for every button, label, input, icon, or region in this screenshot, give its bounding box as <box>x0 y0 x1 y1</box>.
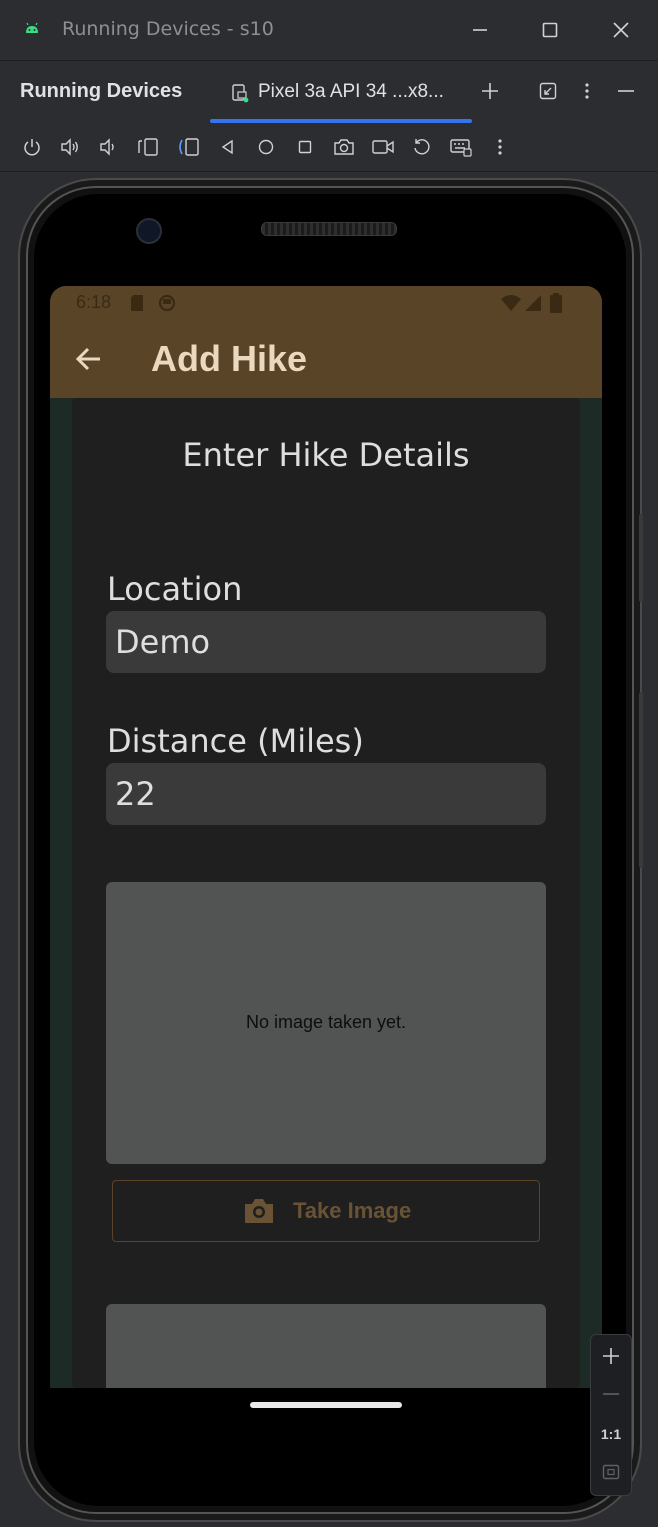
video-camera-icon <box>372 140 394 154</box>
zoom-out-button[interactable] <box>591 1375 631 1413</box>
app-bar: Add Hike <box>50 320 602 398</box>
volume-down-button[interactable] <box>94 133 122 161</box>
phone-side-button <box>639 514 643 602</box>
volume-up-button[interactable] <box>56 133 84 161</box>
close-icon <box>613 22 629 38</box>
reset-button[interactable] <box>408 133 436 161</box>
window-title-bar: Running Devices - s10 <box>0 0 658 60</box>
device-screen[interactable]: 6:18 Add Hike Enter Hike Details Locatio… <box>50 286 602 1388</box>
distance-label: Distance (Miles) <box>107 722 364 760</box>
minimize-button[interactable] <box>460 10 500 50</box>
screenshot-button[interactable] <box>330 133 358 161</box>
image-placeholder-text: No image taken yet. <box>245 1012 407 1032</box>
front-camera <box>136 218 162 244</box>
take-image-label: Take Image <box>293 1198 412 1223</box>
home-button[interactable] <box>252 133 280 161</box>
minus-icon <box>603 1393 619 1395</box>
zoom-in-button[interactable] <box>591 1337 631 1375</box>
volume-up-icon <box>61 138 78 156</box>
status-time: 6:18 <box>76 292 112 312</box>
more-actions-button[interactable] <box>486 133 514 161</box>
hike-form-card: Enter Hike Details Location Distance (Mi… <box>72 398 580 1388</box>
battery-icon <box>550 293 562 313</box>
zoom-controls: 1:1 <box>590 1334 632 1496</box>
sd-card-icon <box>131 295 143 311</box>
secondary-image-preview <box>106 1304 546 1388</box>
hide-window-button[interactable] <box>608 73 644 109</box>
location-input[interactable] <box>106 611 546 673</box>
distance-input[interactable] <box>106 763 546 825</box>
plus-icon <box>482 83 498 99</box>
back-triangle-icon <box>221 139 233 155</box>
float-window-button[interactable] <box>530 73 566 109</box>
tool-window-header: Running Devices Pixel 3a API 34 ...x8... <box>0 60 658 124</box>
maximize-button[interactable] <box>530 10 570 50</box>
back-arrow-icon[interactable] <box>72 342 106 376</box>
signal-icon <box>525 295 541 311</box>
emulator-toolbar <box>0 123 658 172</box>
device-tab-icon <box>232 84 249 103</box>
earpiece-speaker <box>261 222 397 236</box>
keyboard-icon <box>450 139 472 157</box>
data-saver-icon <box>158 294 176 312</box>
rotate-left-icon <box>138 138 158 156</box>
add-device-button[interactable] <box>472 73 508 109</box>
fit-screen-button[interactable] <box>591 1453 631 1491</box>
power-icon <box>24 139 40 156</box>
reset-icon <box>414 139 430 155</box>
tab-device[interactable]: Pixel 3a API 34 ...x8... <box>210 61 472 123</box>
overview-button[interactable] <box>291 133 319 161</box>
volume-down-icon <box>100 138 114 156</box>
home-gesture-handle[interactable] <box>250 1402 402 1408</box>
device-tab-label: Pixel 3a API 34 ...x8... <box>258 81 444 102</box>
actual-size-button[interactable]: 1:1 <box>591 1415 631 1453</box>
back-button[interactable] <box>214 133 242 161</box>
form-heading: Enter Hike Details <box>182 436 470 474</box>
device-viewport: 6:18 Add Hike Enter Hike Details Locatio… <box>0 172 658 1527</box>
image-preview: No image taken yet. <box>106 882 546 1164</box>
screen-record-button[interactable] <box>369 133 397 161</box>
location-label: Location <box>107 570 243 608</box>
maximize-icon <box>542 22 558 38</box>
plus-icon <box>603 1348 619 1364</box>
options-button[interactable] <box>569 73 605 109</box>
minimize-icon <box>473 29 487 31</box>
more-vertical-icon <box>498 139 502 155</box>
page-title: Add Hike <box>151 338 308 379</box>
tool-window-title: Running Devices <box>20 80 183 102</box>
camera-icon <box>334 139 354 155</box>
keyboard-button[interactable] <box>447 133 475 161</box>
power-button[interactable] <box>18 133 46 161</box>
rotate-right-button[interactable] <box>174 133 202 161</box>
more-vertical-icon <box>585 83 589 99</box>
minimize-icon <box>618 90 634 92</box>
close-window-button[interactable] <box>601 10 641 50</box>
gesture-nav-bar <box>50 1388 602 1478</box>
home-circle-icon <box>258 139 274 155</box>
wifi-icon <box>501 295 521 311</box>
take-image-button[interactable]: Take Image <box>112 1180 540 1242</box>
rotate-right-icon <box>179 138 199 156</box>
rotate-left-button[interactable] <box>134 133 162 161</box>
overview-square-icon <box>298 140 312 154</box>
camera-icon <box>245 1199 273 1223</box>
status-bar: 6:18 <box>50 286 602 320</box>
window-title: Running Devices - s10 <box>62 18 274 40</box>
window-restore-icon <box>539 82 557 100</box>
android-icon <box>26 22 38 33</box>
phone-volume-rocker <box>639 692 643 868</box>
fit-screen-icon <box>602 1464 620 1480</box>
